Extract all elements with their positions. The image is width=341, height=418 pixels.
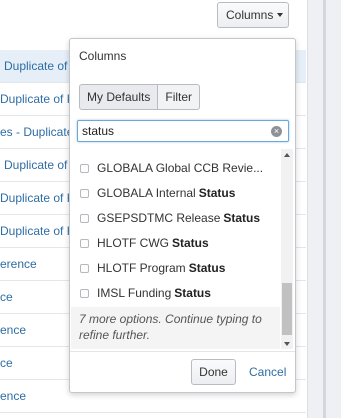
option-label: GLOBALA Global CCB Revie... [97,161,264,175]
options-scrollbar[interactable] [281,149,293,349]
option-checkbox[interactable] [80,238,89,248]
option-label-match: Status [172,236,209,250]
dropdown-tabs: My Defaults Filter [79,84,201,110]
more-options-hint: 7 more options. Continue typing to refin… [71,307,280,349]
table-cell-link[interactable]: Duplicate of [4,59,67,73]
table-cell-link[interactable]: Duplicate of K [0,92,75,106]
column-option[interactable]: GLOBALA Global CCB Revie... [80,157,280,179]
option-label: IMSL Funding [97,286,172,300]
option-checkbox[interactable] [80,188,89,198]
option-label: HLOTF CWG [97,236,169,250]
option-label: HLOTF Program [97,261,186,275]
option-checkbox[interactable] [80,163,89,173]
tab-my-defaults[interactable]: My Defaults [79,84,159,110]
columns-button[interactable]: Columns [217,2,289,28]
option-checkbox[interactable] [80,213,89,223]
table-cell-link[interactable]: erence [0,257,37,271]
option-label-match: Status [174,286,211,300]
done-button[interactable]: Done [191,359,236,385]
table-cell-link[interactable]: Duplicate of K [0,224,75,238]
column-option[interactable]: IMSL Funding Status [80,282,280,304]
column-search-input[interactable] [82,122,262,140]
tab-filter[interactable]: Filter [158,84,201,110]
caret-down-icon [277,13,284,17]
scroll-down-arrow-icon[interactable] [284,342,290,346]
dropdown-title: Columns [79,49,127,63]
option-checkbox[interactable] [80,263,89,273]
right-panel-strip [307,0,341,418]
table-cell-link[interactable]: ence [0,389,26,403]
columns-button-label: Columns [226,8,274,22]
option-checkbox[interactable] [80,288,89,298]
scroll-up-arrow-icon[interactable] [284,153,290,157]
option-label-match: Status [188,261,226,275]
table-cell-link[interactable]: ence [0,323,26,337]
option-label: GLOBALA Internal [97,186,196,200]
column-search-box: × [77,120,289,142]
table-cell-link[interactable]: Duplicate of K [0,191,75,205]
option-label-match: Status [223,211,261,225]
divider [70,351,295,352]
table-cell-link[interactable]: es - Duplicate [0,125,73,139]
clear-search-icon[interactable]: × [271,126,282,137]
column-option[interactable]: HLOTF CWG Status [80,232,280,254]
cancel-link[interactable]: Cancel [249,365,286,379]
option-label-match: Status [198,186,236,200]
column-option[interactable]: GLOBALA Internal Status [80,182,280,204]
page: Duplicate of Duplicate of K es - Duplica… [0,0,341,418]
columns-dropdown: Columns My Defaults Filter × GLOBALA Glo… [69,38,296,393]
column-option[interactable]: GSEPSDTMC Release Status [80,207,280,229]
table-cell-link[interactable]: ce [0,290,13,304]
table-cell-link[interactable]: ce [0,356,13,370]
option-label: GSEPSDTMC Release [97,211,221,225]
vertical-scrollbar[interactable] [323,0,326,418]
table-cell-link[interactable]: Duplicate of [4,158,67,172]
column-option[interactable]: HLOTF Program Status [80,257,280,279]
scrollbar-thumb[interactable] [282,283,292,335]
